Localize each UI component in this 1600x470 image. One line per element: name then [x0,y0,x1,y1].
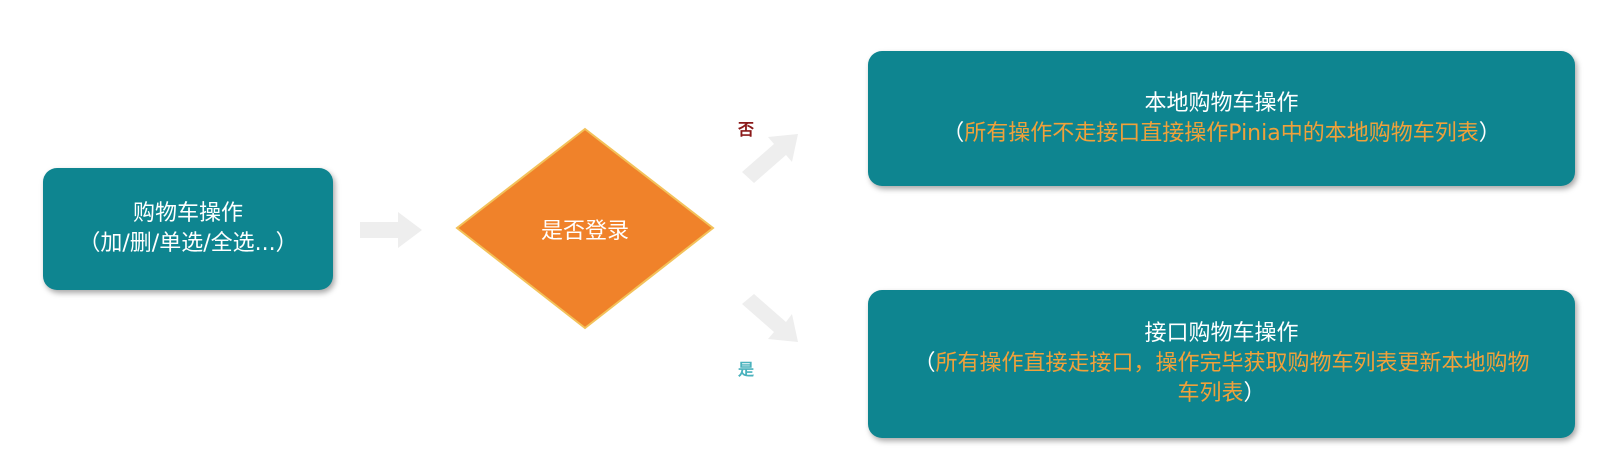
local-cart-box: 本地购物车操作 （所有操作不走接口直接操作Pinia中的本地购物车列表） [868,51,1575,186]
cart-operation-subtitle: （加/删/单选/全选...） [78,231,298,256]
api-cart-title: 接口购物车操作 [1144,321,1299,346]
local-cart-paren-close: ） [1478,120,1501,146]
api-cart-detail-text: 所有操作直接走接口，操作完毕获取购物车列表更新本地购物车列表 [935,351,1530,406]
local-cart-title: 本地购物车操作 [1144,90,1299,116]
arrow-to-api [742,294,798,342]
arrow-start-to-decision [360,212,422,248]
branch-yes-label: 是 [738,360,755,379]
branch-no-label: 否 [738,120,755,139]
api-cart-paren-open: （ [913,351,936,376]
login-decision-label: 是否登录 [540,218,629,244]
cart-operation-box: 购物车操作 （加/删/单选/全选...） [43,168,333,290]
local-cart-paren-open: （ [942,120,965,146]
api-cart-paren-close: ） [1243,381,1266,406]
api-cart-box: 接口购物车操作 （所有操作直接走接口，操作完毕获取购物车列表更新本地购物车列表） [868,290,1575,438]
local-cart-detail-text: 所有操作不走接口直接操作Pinia中的本地购物车列表 [964,120,1479,146]
api-cart-detail: （所有操作直接走接口，操作完毕获取购物车列表更新本地购物车列表） [908,349,1535,409]
local-cart-detail: （所有操作不走接口直接操作Pinia中的本地购物车列表） [942,119,1500,149]
cart-operation-title: 购物车操作 [132,201,243,226]
